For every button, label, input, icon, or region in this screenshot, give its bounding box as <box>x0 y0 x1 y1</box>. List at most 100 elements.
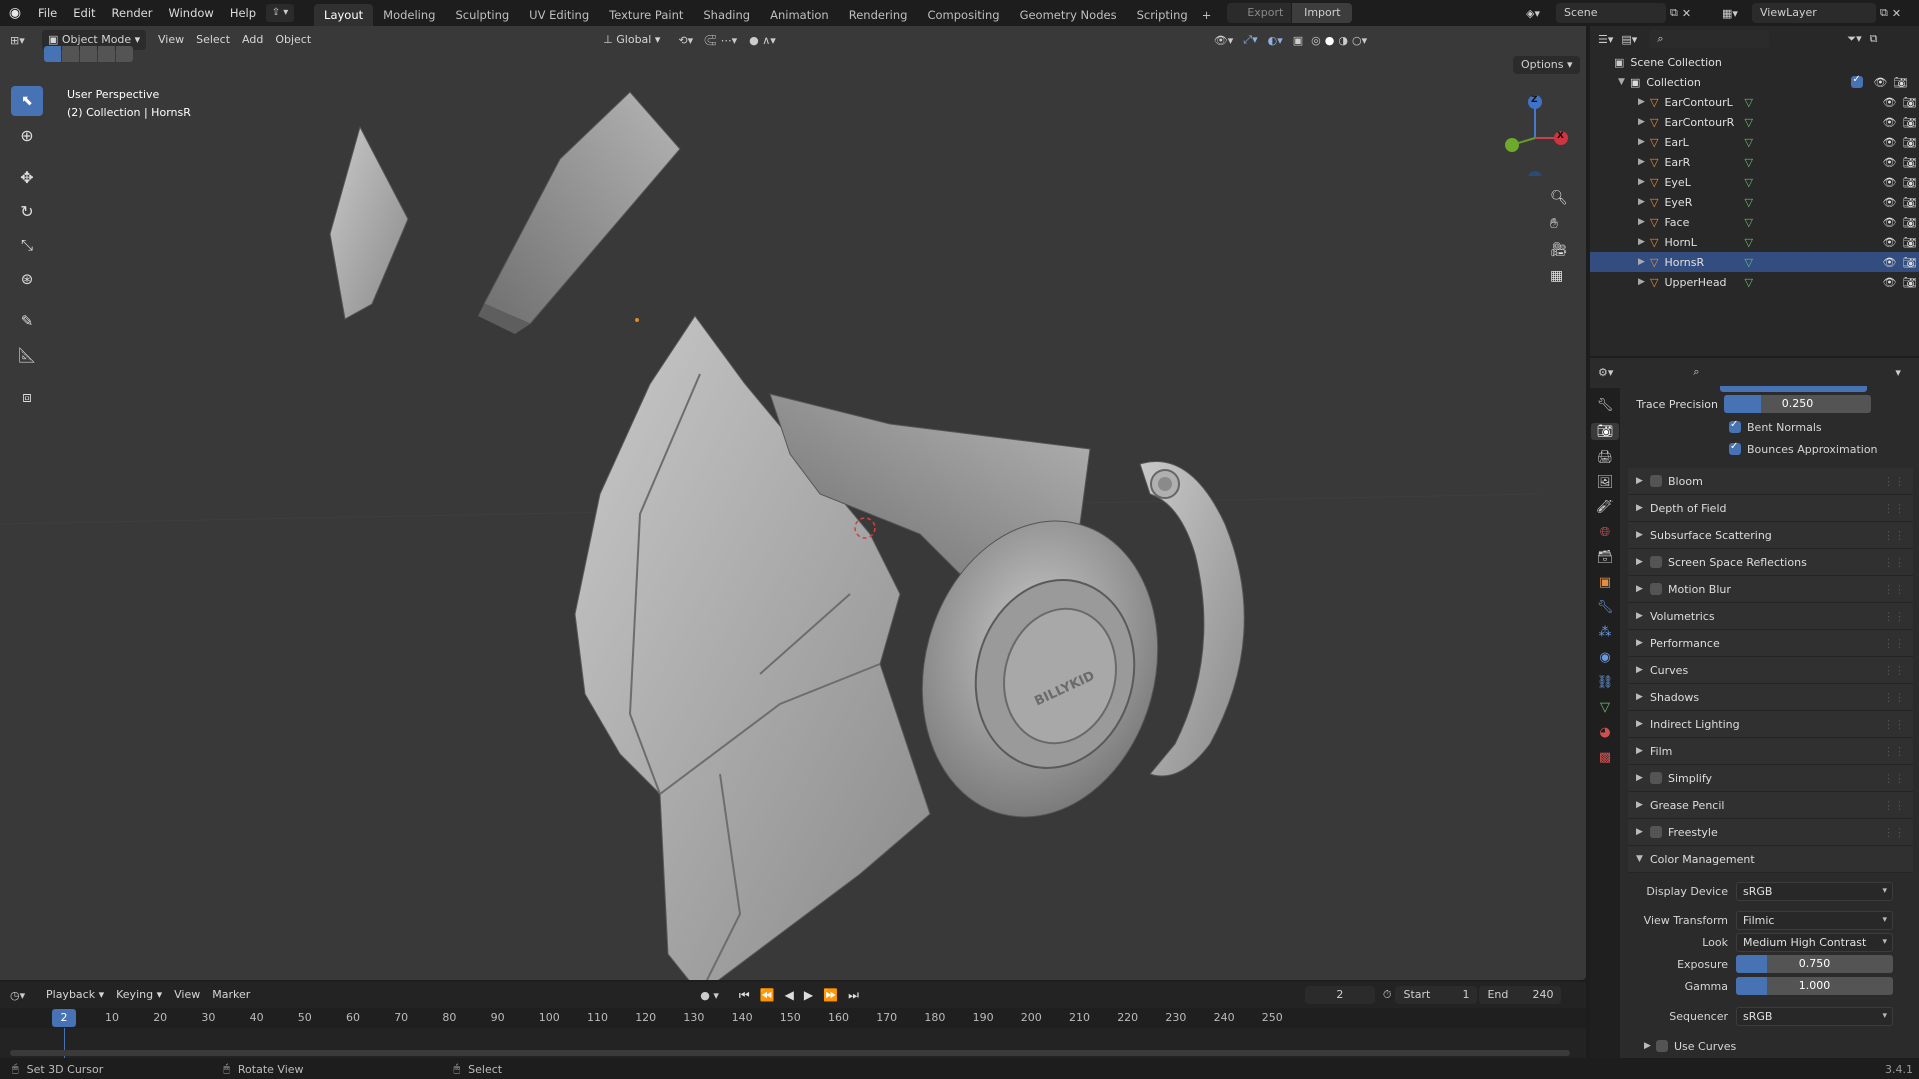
outliner-object-row[interactable]: ▶ ▽ EyeL ▽ 👁︎ 📷︎ <box>1590 172 1919 192</box>
collapse-chevron-icon[interactable]: ▼ <box>1618 77 1630 87</box>
next-keyframe-icon[interactable]: ⏩ <box>823 988 838 1003</box>
menu-timeline-view[interactable]: View <box>168 985 206 1005</box>
scene-collection-row[interactable]: ▣ Scene Collection <box>1590 52 1919 72</box>
drag-handle-icon[interactable]: ⋮⋮ <box>1883 556 1905 569</box>
export-button[interactable]: Export <box>1227 3 1292 23</box>
outliner-search-input[interactable]: ⌕ <box>1649 30 1770 48</box>
zoom-icon[interactable]: 🔍︎ <box>1550 190 1568 206</box>
editor-type-icon[interactable]: ⊞▾ <box>10 34 36 47</box>
camera-render-icon[interactable]: 📷︎ <box>1902 116 1916 129</box>
outliner-object-row[interactable]: ▶ ▽ EarContourL ▽ 👁︎ 📷︎ <box>1590 92 1919 112</box>
panel-enable-checkbox[interactable] <box>1650 772 1662 784</box>
start-frame-field[interactable]: Start 1 <box>1395 986 1478 1004</box>
eye-icon[interactable]: 👁︎ <box>1882 156 1896 169</box>
render-panel-header[interactable]: ▶ Motion Blur ⋮⋮ <box>1628 576 1913 603</box>
bent-normals-checkbox[interactable] <box>1729 419 1741 433</box>
menu-help[interactable]: Help <box>222 0 264 26</box>
gizmo-toggle-icon[interactable]: ⤢▾ <box>1243 33 1257 47</box>
expand-chevron-icon[interactable]: ▶ <box>1638 97 1650 107</box>
expand-chevron-icon[interactable]: ▶ <box>1638 217 1650 227</box>
outliner-object-row[interactable]: ▶ ▽ HornsR ▽ 👁︎ 📷︎ <box>1590 252 1919 272</box>
exposure-field[interactable]: 0.750 <box>1736 955 1893 973</box>
drag-handle-icon[interactable]: ⋮⋮ <box>1883 637 1905 650</box>
end-frame-field[interactable]: End 240 <box>1479 986 1562 1004</box>
tab-layout[interactable]: Layout <box>314 4 374 26</box>
eye-icon[interactable]: 👁︎ <box>1873 76 1887 89</box>
render-panel-header[interactable]: ▶ Grease Pencil ⋮⋮ <box>1628 792 1913 819</box>
drag-handle-icon[interactable]: ⋮⋮ <box>1883 610 1905 623</box>
use-curves-checkbox[interactable] <box>1656 1040 1668 1052</box>
3d-model-render[interactable]: BILLYKID <box>0 54 1540 980</box>
camera-render-icon[interactable]: 📷︎ <box>1902 136 1916 149</box>
render-tab-icon[interactable]: 📷︎ <box>1590 423 1620 440</box>
tab-scripting[interactable]: Scripting <box>1127 4 1198 26</box>
3d-viewport[interactable]: ⊞▾ ▣ Object Mode ▾ View Select Add Objec… <box>0 26 1586 980</box>
camera-view-icon[interactable]: 🎥︎ <box>1550 242 1568 258</box>
tab-compositing[interactable]: Compositing <box>917 4 1009 26</box>
drag-handle-icon[interactable]: ⋮⋮ <box>1883 826 1905 839</box>
outliner-object-row[interactable]: ▶ ▽ EarR ▽ 👁︎ 📷︎ <box>1590 152 1919 172</box>
collection-tab-icon[interactable]: 🗃︎ <box>1597 550 1614 565</box>
drag-handle-icon[interactable]: ⋮⋮ <box>1883 475 1905 488</box>
expand-chevron-icon[interactable]: ▶ <box>1638 237 1650 247</box>
drag-handle-icon[interactable]: ⋮⋮ <box>1883 718 1905 731</box>
blender-logo-icon[interactable]: ◉ <box>0 5 30 21</box>
physics-tab-icon[interactable]: ◉ <box>1599 650 1610 665</box>
orientation-dropdown[interactable]: ⊥ Global ▾ <box>597 30 666 50</box>
eye-icon[interactable]: 👁︎ <box>1882 96 1896 109</box>
trace-precision-field[interactable]: 0.250 <box>1724 395 1871 413</box>
jump-start-icon[interactable]: ⏮ <box>739 988 750 1003</box>
delete-scene-icon[interactable]: ✕ <box>1682 7 1691 20</box>
menu-view[interactable]: View <box>152 30 190 50</box>
render-panel-header[interactable]: ▶ Screen Space Reflections ⋮⋮ <box>1628 549 1913 576</box>
panel-enable-checkbox[interactable] <box>1650 475 1662 487</box>
eye-icon[interactable]: 👁︎ <box>1882 256 1896 269</box>
xray-icon[interactable]: ▣ <box>1293 34 1303 47</box>
render-panel-header[interactable]: ▶ Depth of Field ⋮⋮ <box>1628 495 1913 522</box>
material-shading-icon[interactable]: ◑ <box>1338 34 1348 47</box>
tab-animation[interactable]: Animation <box>760 4 839 26</box>
timeline-editor-icon[interactable]: ◷▾ <box>10 989 40 1002</box>
render-panel-header[interactable]: ▶ Subsurface Scattering ⋮⋮ <box>1628 522 1913 549</box>
panel-enable-checkbox[interactable] <box>1650 826 1662 838</box>
bounces-approx-checkbox[interactable] <box>1729 441 1741 455</box>
drag-handle-icon[interactable]: ⋮⋮ <box>1883 772 1905 785</box>
tab-uv-editing[interactable]: UV Editing <box>519 4 599 26</box>
drag-handle-icon[interactable]: ⋮⋮ <box>1883 583 1905 596</box>
menu-object[interactable]: Object <box>269 30 317 50</box>
particles-tab-icon[interactable]: ⁂ <box>1599 625 1612 640</box>
texture-tab-icon[interactable]: ▩ <box>1599 750 1611 765</box>
record-icon[interactable]: ● ▾ <box>700 989 719 1002</box>
menu-add[interactable]: Add <box>236 30 269 50</box>
output-tab-icon[interactable]: 🖨︎ <box>1597 450 1614 465</box>
timeline-scrollbar[interactable] <box>10 1050 1570 1056</box>
eye-icon[interactable]: 👁︎ <box>1882 116 1896 129</box>
panel-enable-checkbox[interactable] <box>1650 583 1662 595</box>
constraints-tab-icon[interactable]: ⛓︎ <box>1597 675 1614 690</box>
tab-rendering[interactable]: Rendering <box>839 4 918 26</box>
pan-hand-icon[interactable]: ✋︎ <box>1550 216 1568 232</box>
collection-row[interactable]: ▼ ▣ Collection 👁︎ 📷︎ <box>1590 72 1919 92</box>
menu-file[interactable]: File <box>30 0 65 26</box>
camera-render-icon[interactable]: 📷︎ <box>1902 236 1916 249</box>
solid-shading-icon[interactable]: ● <box>1325 34 1335 47</box>
view-transform-dropdown[interactable]: Filmic ▾ <box>1736 910 1893 930</box>
eye-icon[interactable]: 👁︎ <box>1882 136 1896 149</box>
outliner-editor-icon[interactable]: ☰▾ <box>1598 33 1613 46</box>
menu-edit[interactable]: Edit <box>65 0 103 26</box>
import-button[interactable]: Import <box>1292 3 1353 23</box>
drag-handle-icon[interactable]: ⋮⋮ <box>1883 691 1905 704</box>
camera-render-icon[interactable]: 📷︎ <box>1902 276 1916 289</box>
exclude-checkbox[interactable] <box>1851 74 1864 88</box>
snap-icon[interactable]: 🧲︎ ⋯▾ <box>703 34 737 47</box>
render-panel-header[interactable]: ▶ Simplify ⋮⋮ <box>1628 765 1913 792</box>
frame-ruler[interactable]: 10 20 30 40 50 60 70 80 90 100 110 120 130 140 150 160 1… <box>0 1008 1586 1028</box>
render-panel-header[interactable]: ▶ Performance ⋮⋮ <box>1628 630 1913 657</box>
drag-handle-icon[interactable]: ⋮⋮ <box>1883 664 1905 677</box>
outliner-object-row[interactable]: ▶ ▽ EarL ▽ 👁︎ 📷︎ <box>1590 132 1919 152</box>
scene-field[interactable]: Scene <box>1556 3 1666 23</box>
camera-render-icon[interactable]: 📷︎ <box>1902 176 1916 189</box>
modifier-tab-icon[interactable]: 🔧︎ <box>1597 600 1614 615</box>
play-icon[interactable]: ▶ <box>804 988 813 1003</box>
render-panel-header[interactable]: ▶ Film ⋮⋮ <box>1628 738 1913 765</box>
